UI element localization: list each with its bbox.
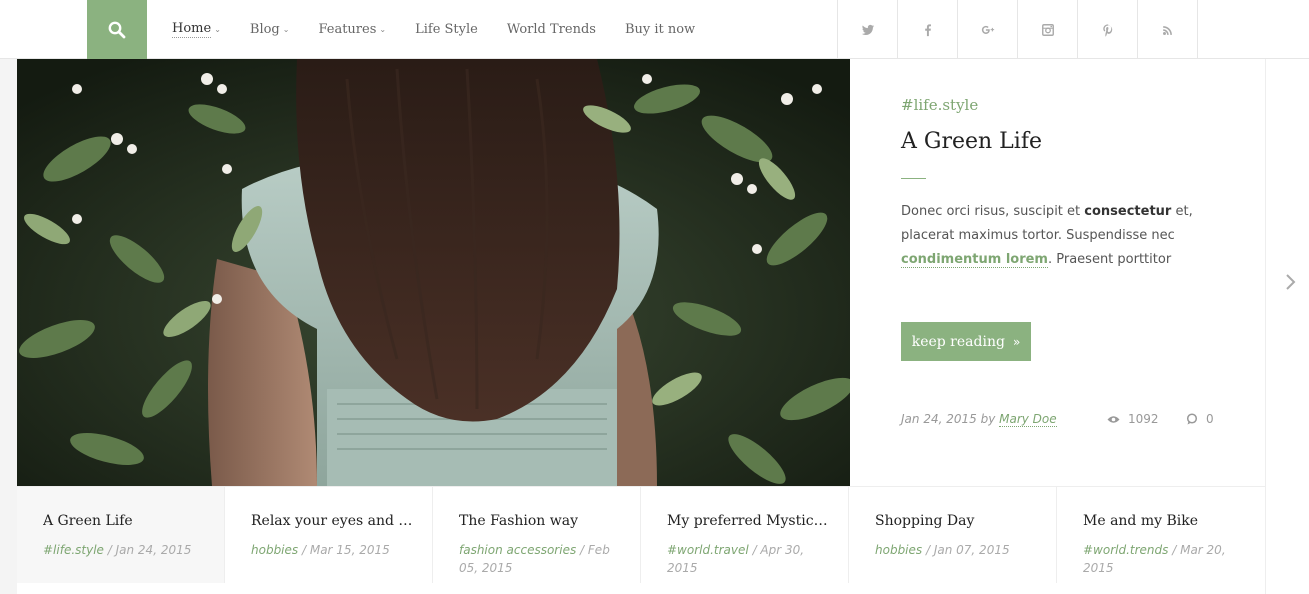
strip-category[interactable]: #life.style	[43, 543, 104, 557]
eye-icon	[1107, 415, 1120, 423]
search-button[interactable]	[87, 0, 147, 59]
excerpt-text: . Praesent porttitor	[1047, 252, 1172, 267]
nav-label: Life Style	[415, 22, 478, 37]
nav-item-home[interactable]: Home ⌄	[172, 21, 221, 38]
twitter-button[interactable]	[838, 0, 898, 59]
strip-date: / Jan 07, 2015	[925, 543, 1010, 557]
comment-count[interactable]: 0	[1186, 412, 1214, 426]
strip-category[interactable]: hobbies	[875, 543, 922, 557]
main-nav: Home ⌄ Blog ⌄ Features ⌄ Life Style Worl…	[172, 0, 724, 59]
strip-meta: hobbies / Jan 07, 2015	[875, 541, 1038, 559]
nav-label: Features	[318, 22, 377, 37]
keep-reading-button[interactable]: keep reading »	[901, 322, 1031, 361]
post-category-link[interactable]: #life.style	[901, 96, 978, 114]
google-plus-icon	[981, 25, 994, 34]
view-count: 1092	[1107, 412, 1159, 426]
nav-item-blog[interactable]: Blog ⌄	[250, 22, 290, 37]
strip-item[interactable]: Shopping Day hobbies / Jan 07, 2015	[849, 487, 1057, 583]
strip-category[interactable]: #world.travel	[667, 543, 749, 557]
button-label: keep reading	[911, 333, 1005, 350]
strip-meta: #world.trends / Mar 20, 2015	[1083, 541, 1247, 577]
instagram-button[interactable]	[1018, 0, 1078, 59]
chevron-right-icon[interactable]	[1284, 272, 1298, 292]
strip-item[interactable]: The Fashion way fashion accessories / Fe…	[433, 487, 641, 583]
strip-item[interactable]: My preferred Mystic ... #world.travel / …	[641, 487, 849, 583]
views-value: 1092	[1128, 412, 1159, 426]
strip-date: / Mar 15, 2015	[301, 543, 390, 557]
nav-item-life-style[interactable]: Life Style	[415, 22, 478, 37]
nav-label: Buy it now	[624, 22, 696, 37]
search-icon	[108, 21, 126, 38]
top-bar: Home ⌄ Blog ⌄ Features ⌄ Life Style Worl…	[0, 0, 1309, 59]
slider-gutter	[1265, 59, 1309, 594]
rss-icon	[1162, 25, 1172, 35]
post-meta: Jan 24, 2015 by Mary Doe	[901, 412, 1057, 427]
featured-image[interactable]	[17, 59, 850, 486]
comment-icon	[1186, 413, 1198, 425]
strip-title[interactable]: Shopping Day	[875, 513, 1038, 529]
nav-label: World Trends	[506, 22, 596, 37]
post-strip: A Green Life #life.style / Jan 24, 2015 …	[17, 486, 1265, 594]
nav-item-features[interactable]: Features ⌄	[318, 22, 386, 37]
strip-meta: #world.travel / Apr 30, 2015	[667, 541, 830, 577]
google-plus-button[interactable]	[958, 0, 1018, 59]
excerpt-link[interactable]: condimentum lorem	[901, 252, 1048, 268]
strip-date: / Jan 24, 2015	[107, 543, 192, 557]
strip-category[interactable]: fashion accessories	[459, 543, 576, 557]
rss-button[interactable]	[1138, 0, 1198, 59]
post-excerpt: Donec orci risus, suscipit et consectetu…	[901, 200, 1201, 272]
post-date: Jan 24, 2015	[901, 412, 977, 426]
nav-label: Home	[172, 21, 212, 38]
strip-category[interactable]: #world.trends	[1083, 543, 1168, 557]
strip-meta: fashion accessories / Feb 05, 2015	[459, 541, 622, 577]
nav-item-buy-it-now[interactable]: Buy it now	[625, 22, 695, 37]
chevron-down-icon: ⌄	[379, 25, 387, 34]
pinterest-button[interactable]	[1078, 0, 1138, 59]
strip-meta: #life.style / Jan 24, 2015	[43, 541, 206, 559]
post-author-link[interactable]: Mary Doe	[999, 412, 1057, 427]
post-by: by	[980, 412, 996, 426]
strip-title[interactable]: Relax your eyes and t...	[251, 513, 414, 529]
strip-title[interactable]: The Fashion way	[459, 513, 622, 529]
comments-value: 0	[1206, 412, 1214, 426]
post-title[interactable]: A Green Life	[901, 129, 1042, 154]
facebook-button[interactable]	[898, 0, 958, 59]
chevron-down-icon: ⌄	[214, 25, 221, 34]
featured-photo	[17, 59, 850, 486]
twitter-icon	[861, 24, 874, 35]
strip-category[interactable]: hobbies	[251, 543, 298, 557]
excerpt-text: Donec orci risus, suscipit et	[901, 204, 1085, 219]
social-links	[837, 0, 1198, 59]
strip-item[interactable]: A Green Life #life.style / Jan 24, 2015	[17, 487, 225, 583]
strip-title[interactable]: My preferred Mystic ...	[667, 513, 830, 529]
title-divider	[901, 178, 926, 179]
nav-item-world-trends[interactable]: World Trends	[507, 22, 596, 37]
nav-label: Blog	[249, 22, 280, 37]
strip-meta: hobbies / Mar 15, 2015	[251, 541, 414, 559]
chevron-down-icon: ⌄	[282, 25, 290, 34]
facebook-icon	[924, 23, 931, 36]
pinterest-icon	[1102, 23, 1112, 37]
strip-title[interactable]: Me and my Bike	[1083, 513, 1247, 529]
double-chevron-right-icon: »	[1012, 334, 1021, 349]
strip-item[interactable]: Relax your eyes and t... hobbies / Mar 1…	[225, 487, 433, 583]
instagram-icon	[1041, 23, 1054, 36]
excerpt-bold: consectetur	[1084, 204, 1172, 219]
strip-item[interactable]: Me and my Bike #world.trends / Mar 20, 2…	[1057, 487, 1265, 583]
strip-title[interactable]: A Green Life	[43, 513, 206, 529]
featured-post-card: #life.style A Green Life Donec orci risu…	[850, 59, 1265, 486]
